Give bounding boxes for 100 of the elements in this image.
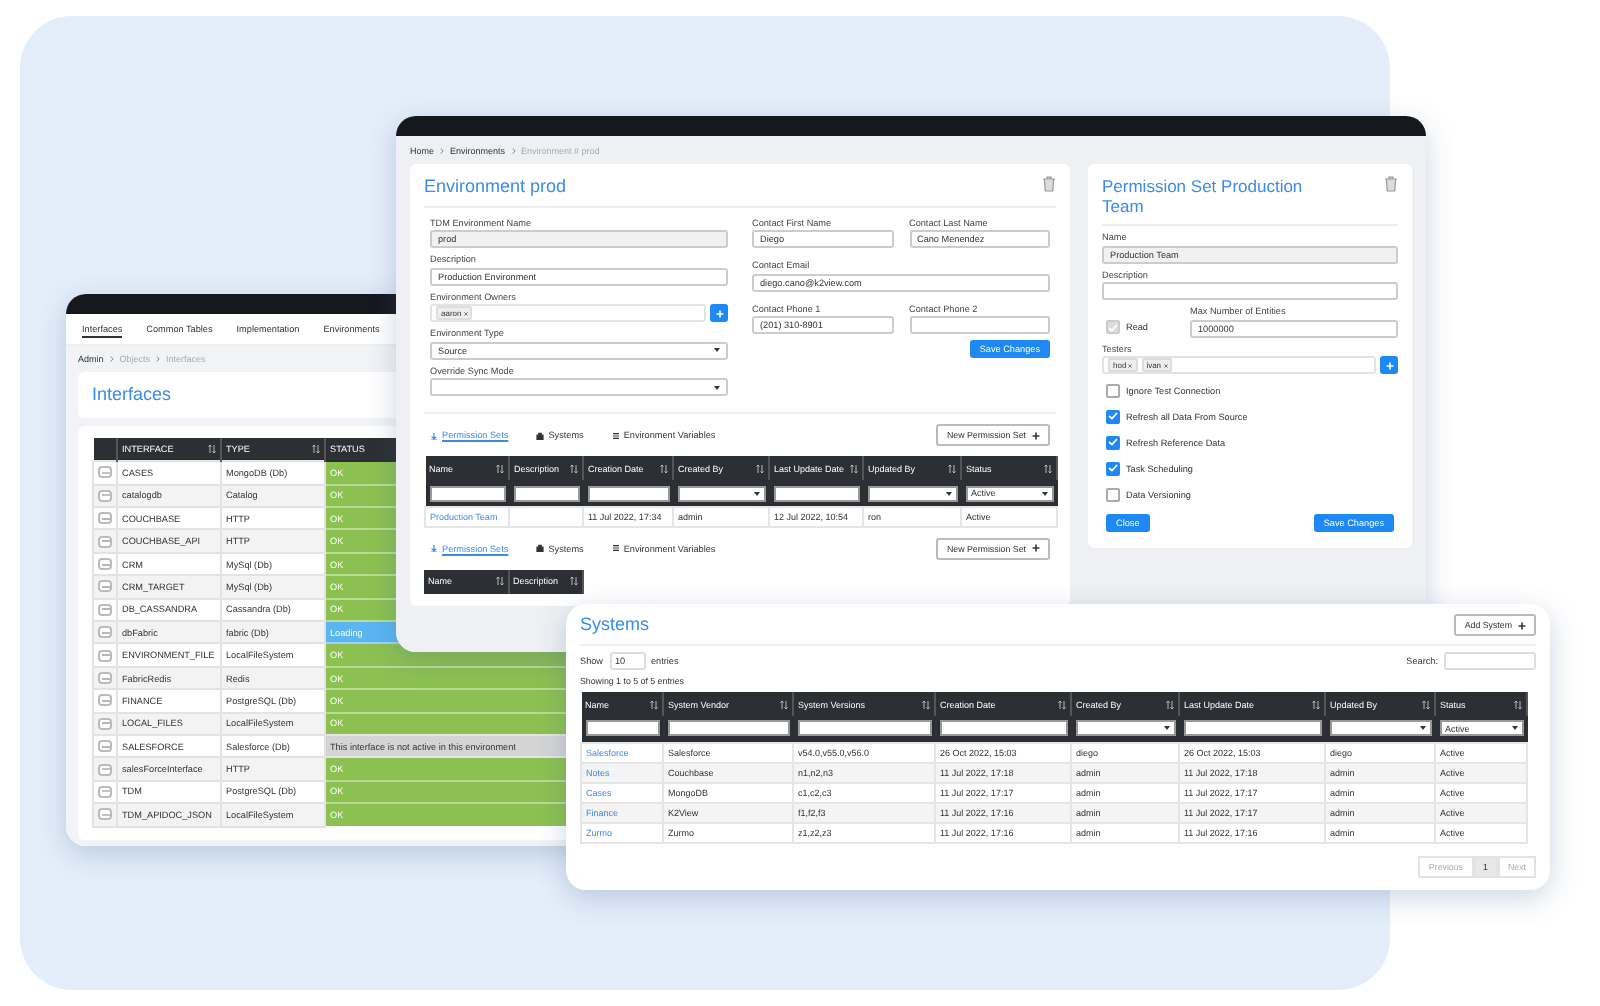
- plus-icon: [1032, 544, 1040, 553]
- list-icon: [611, 544, 620, 553]
- sort-icon[interactable]: [1044, 463, 1052, 474]
- filter-select[interactable]: [677, 485, 765, 502]
- add-button[interactable]: [1380, 356, 1398, 375]
- close-icon[interactable]: [463, 311, 468, 316]
- sort-icon[interactable]: [850, 463, 858, 474]
- add-button[interactable]: [710, 304, 728, 323]
- close-icon[interactable]: [1163, 363, 1168, 368]
- minus-icon: [101, 517, 109, 520]
- sort-icon[interactable]: [570, 463, 578, 474]
- checkbox[interactable]: [1106, 435, 1120, 450]
- plus-icon: [715, 309, 723, 318]
- select-field[interactable]: [430, 378, 728, 397]
- trash-icon[interactable]: [1042, 176, 1056, 192]
- minus-icon: [101, 699, 109, 702]
- row-toggle-button[interactable]: [98, 512, 112, 525]
- briefcase-icon: [536, 431, 545, 440]
- caret-icon: [945, 491, 951, 496]
- page-title: Environment prod: [424, 176, 567, 198]
- sort-icon[interactable]: [780, 699, 788, 709]
- minus-icon: [101, 768, 109, 771]
- filter-field[interactable]: [797, 720, 931, 737]
- filter-field[interactable]: [667, 720, 789, 737]
- minus-icon: [101, 813, 109, 816]
- sort-icon[interactable]: [1514, 699, 1522, 709]
- list-icon: [611, 431, 620, 440]
- filter-field[interactable]: [585, 720, 659, 737]
- search-field[interactable]: [1444, 652, 1536, 670]
- row-toggle-button[interactable]: [98, 535, 112, 548]
- row-toggle-button[interactable]: [98, 717, 112, 730]
- filter-select[interactable]: [1075, 720, 1175, 737]
- filter-field[interactable]: [939, 720, 1067, 737]
- panel-title: Permission Set Production Team: [1102, 176, 1305, 217]
- caret-icon: [1163, 726, 1169, 731]
- row-toggle-button[interactable]: [98, 466, 112, 479]
- filter-field[interactable]: [773, 485, 859, 502]
- caret-icon: [1511, 726, 1517, 731]
- minus-icon: [101, 540, 109, 543]
- sort-icon[interactable]: [1058, 699, 1066, 709]
- input-field[interactable]: [909, 316, 1050, 335]
- sort-icon[interactable]: [495, 576, 503, 587]
- plus-icon: [1385, 361, 1393, 370]
- chevron-right-icon: [156, 356, 161, 362]
- row-toggle-button[interactable]: [98, 694, 112, 707]
- checkbox[interactable]: [1106, 487, 1120, 502]
- chevron-right-icon: [109, 356, 114, 362]
- checkbox[interactable]: [1106, 461, 1120, 476]
- minus-icon: [101, 494, 109, 497]
- row-toggle-button[interactable]: [98, 808, 112, 821]
- minus-icon: [101, 745, 109, 748]
- plus-icon: [1518, 621, 1526, 629]
- row-toggle-button[interactable]: [98, 672, 112, 684]
- plus-icon: [1032, 431, 1040, 440]
- sort-icon[interactable]: [569, 576, 577, 587]
- row-toggle-button[interactable]: [98, 626, 112, 639]
- row-toggle-button[interactable]: [98, 558, 112, 571]
- filter-select[interactable]: [1329, 720, 1431, 737]
- sort-icon[interactable]: [922, 699, 930, 709]
- close-icon[interactable]: [1128, 363, 1133, 368]
- caret-icon: [714, 385, 720, 390]
- row-toggle-button[interactable]: [98, 489, 112, 502]
- sort-icon[interactable]: [1312, 699, 1320, 709]
- caret-icon: [1419, 726, 1425, 731]
- sort-icon[interactable]: [496, 463, 504, 474]
- filter-field[interactable]: [513, 485, 579, 502]
- row-toggle-button[interactable]: [98, 763, 112, 776]
- checkbox[interactable]: [1106, 320, 1120, 335]
- checkbox[interactable]: [1106, 409, 1120, 424]
- briefcase-icon: [536, 544, 545, 553]
- sort-icon[interactable]: [650, 699, 658, 709]
- chevron-right-icon: [440, 148, 445, 154]
- checkbox[interactable]: [1106, 383, 1120, 398]
- chevron-right-icon: [511, 148, 516, 154]
- minus-icon: [101, 722, 109, 725]
- input-field[interactable]: [1102, 282, 1398, 301]
- row-toggle-button[interactable]: [98, 785, 112, 798]
- minus-icon: [101, 608, 109, 611]
- sort-icon[interactable]: [660, 463, 668, 474]
- filter-field[interactable]: [1183, 720, 1321, 737]
- page-title: Interfaces: [92, 384, 174, 406]
- row-toggle-button[interactable]: [98, 649, 112, 662]
- sort-icon[interactable]: [756, 463, 764, 474]
- sort-icon[interactable]: [948, 463, 956, 474]
- row-toggle-button[interactable]: [98, 580, 112, 593]
- minus-icon: [101, 471, 109, 474]
- minus-icon: [101, 790, 109, 793]
- filter-select[interactable]: [867, 485, 957, 502]
- minus-icon: [101, 585, 109, 588]
- minus-icon: [101, 631, 109, 634]
- trash-icon[interactable]: [1384, 176, 1398, 192]
- filter-field[interactable]: [587, 485, 669, 502]
- sort-icon[interactable]: [1422, 699, 1430, 709]
- download-icon: [430, 431, 438, 440]
- sort-icon[interactable]: [312, 444, 320, 455]
- row-toggle-button[interactable]: [98, 740, 112, 753]
- filter-field[interactable]: [429, 485, 505, 502]
- row-toggle-button[interactable]: [98, 603, 112, 616]
- sort-icon[interactable]: [208, 444, 216, 455]
- sort-icon[interactable]: [1166, 699, 1174, 709]
